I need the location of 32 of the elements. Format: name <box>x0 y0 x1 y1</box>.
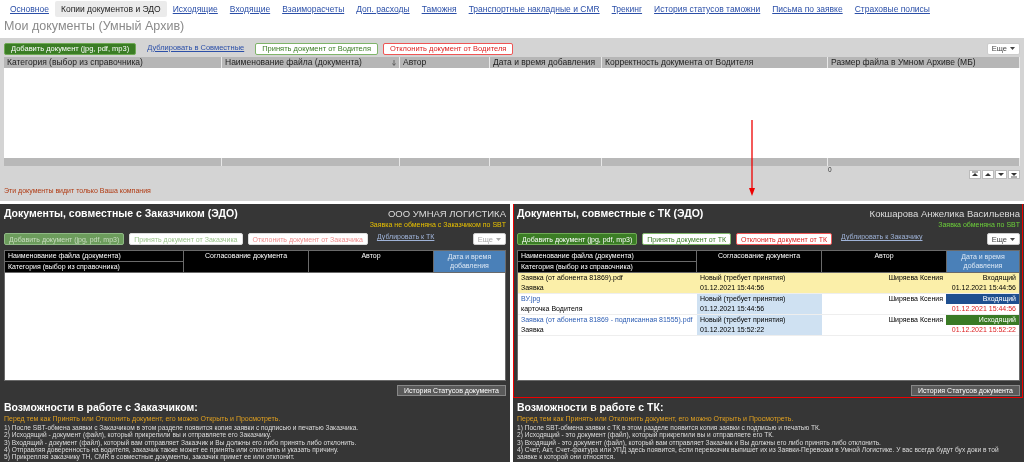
nav-tab[interactable]: Копии документов и ЭДО <box>54 1 167 17</box>
caret-icon <box>1010 47 1015 50</box>
nav-tab[interactable]: Трекинг <box>605 1 649 17</box>
first-page-button[interactable] <box>969 170 981 179</box>
nav-tab[interactable]: Транспортные накладные и CMR <box>462 1 606 17</box>
up-icon <box>984 171 992 178</box>
nav-tab[interactable]: Основное <box>4 1 55 17</box>
last-page-icon <box>1010 171 1018 178</box>
counterparty-name: Кокшарова Анжелика Васильевна <box>869 208 1020 219</box>
nav-tab[interactable]: Доп. расходы <box>350 1 416 17</box>
nav-tab[interactable]: Письма по заявке <box>766 1 849 17</box>
nav-tab[interactable]: Страховые полисы <box>848 1 936 17</box>
column-header[interactable]: Автор <box>400 57 490 68</box>
previous-button[interactable] <box>982 170 994 179</box>
first-page-icon <box>971 171 979 178</box>
caret-icon <box>496 237 501 241</box>
nav-tab[interactable]: Исходящие <box>166 1 224 17</box>
counterparty-name: ООО УМНАЯ ЛОГИСТИКА <box>387 208 506 219</box>
next-button[interactable] <box>995 170 1007 179</box>
info-heading: Возможности в работе с Заказчиком: <box>4 401 199 413</box>
nav-tab[interactable]: Входящие <box>223 1 277 17</box>
panel-title: Документы, совместные с ТК (ЭДО) <box>517 207 704 219</box>
section-title: Мои документы (Умный Архив) <box>3 18 186 35</box>
panel-title: Документы, совместные с Заказчиком (ЭДО) <box>4 207 238 219</box>
last-page-button[interactable] <box>1008 170 1020 179</box>
sort-arrow-icon <box>392 59 396 66</box>
nav-tab[interactable]: История статусов таможни <box>648 1 767 17</box>
down-icon <box>997 171 1005 178</box>
info-heading: Возможности в работе с ТК: <box>517 401 665 413</box>
nav-tab[interactable]: Таможня <box>415 1 463 17</box>
caret-icon <box>1010 237 1015 241</box>
nav-tab[interactable]: Взаиморасчеты <box>276 1 351 17</box>
